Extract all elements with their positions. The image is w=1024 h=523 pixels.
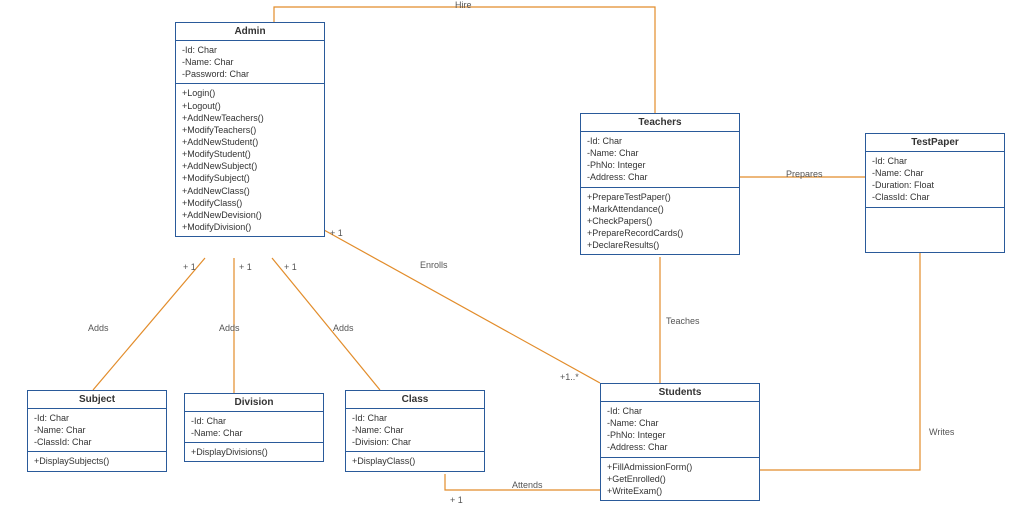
- attr: -Address: Char: [607, 441, 753, 453]
- attr: -Id: Char: [191, 415, 317, 427]
- class-title: Students: [601, 384, 759, 402]
- class-title: Class: [346, 391, 484, 409]
- attr: -Id: Char: [352, 412, 478, 424]
- label-writes: Writes: [929, 427, 954, 437]
- mult-students: +1..*: [560, 372, 579, 382]
- attr: -ClassId: Char: [872, 191, 998, 203]
- class-title: Subject: [28, 391, 166, 409]
- mult-admin-students: + 1: [330, 228, 343, 238]
- method: +AddNewStudent(): [182, 136, 318, 148]
- attr: -Name: Char: [607, 417, 753, 429]
- class-teachers: Teachers -Id: Char -Name: Char -PhNo: In…: [580, 113, 740, 255]
- attr: -Duration: Float: [872, 179, 998, 191]
- methods: +FillAdmissionForm() +GetEnrolled() +Wri…: [601, 458, 759, 500]
- attr: -Name: Char: [191, 427, 317, 439]
- attributes: -Id: Char -Name: Char -Password: Char: [176, 41, 324, 84]
- mult-admin-subject: + 1: [183, 262, 196, 272]
- method: +WriteExam(): [607, 485, 753, 497]
- attributes: -Id: Char -Name: Char -Division: Char: [346, 409, 484, 452]
- class-title: Admin: [176, 23, 324, 41]
- methods: +DisplaySubjects(): [28, 452, 166, 470]
- attr: -Id: Char: [872, 155, 998, 167]
- method: +Login(): [182, 87, 318, 99]
- attributes: -Id: Char -Name: Char: [185, 412, 323, 443]
- class-class: Class -Id: Char -Name: Char -Division: C…: [345, 390, 485, 472]
- methods: +PrepareTestPaper() +MarkAttendance() +C…: [581, 188, 739, 255]
- label-attends: Attends: [512, 480, 543, 490]
- attr: -Name: Char: [872, 167, 998, 179]
- method: +ModifyStudent(): [182, 148, 318, 160]
- label-hire: Hire: [455, 0, 472, 10]
- attributes: -Id: Char -Name: Char -PhNo: Integer -Ad…: [581, 132, 739, 188]
- method: +MarkAttendance(): [587, 203, 733, 215]
- attr: -Name: Char: [587, 147, 733, 159]
- method: +AddNewDevision(): [182, 209, 318, 221]
- method: +GetEnrolled(): [607, 473, 753, 485]
- mult-admin-division: + 1: [239, 262, 252, 272]
- attr: -Name: Char: [352, 424, 478, 436]
- attr: -Name: Char: [34, 424, 160, 436]
- class-title: TestPaper: [866, 134, 1004, 152]
- class-admin: Admin -Id: Char -Name: Char -Password: C…: [175, 22, 325, 237]
- methods: +Login() +Logout() +AddNewTeachers() +Mo…: [176, 84, 324, 236]
- attr: -Id: Char: [607, 405, 753, 417]
- attr: -ClassId: Char: [34, 436, 160, 448]
- class-division: Division -Id: Char -Name: Char +DisplayD…: [184, 393, 324, 462]
- method: +Logout(): [182, 100, 318, 112]
- attr: -Division: Char: [352, 436, 478, 448]
- class-title: Division: [185, 394, 323, 412]
- attr: -Id: Char: [34, 412, 160, 424]
- method: +DisplayDivisions(): [191, 446, 317, 458]
- method: +DisplaySubjects(): [34, 455, 160, 467]
- method: +AddNewClass(): [182, 185, 318, 197]
- class-testpaper: TestPaper -Id: Char -Name: Char -Duratio…: [865, 133, 1005, 253]
- method: +PrepareTestPaper(): [587, 191, 733, 203]
- method: +AddNewSubject(): [182, 160, 318, 172]
- method: +ModifyClass(): [182, 197, 318, 209]
- method: +DisplayClass(): [352, 455, 478, 467]
- class-students: Students -Id: Char -Name: Char -PhNo: In…: [600, 383, 760, 501]
- attr: -Id: Char: [587, 135, 733, 147]
- method: +ModifyDivision(): [182, 221, 318, 233]
- mult-admin-class: + 1: [284, 262, 297, 272]
- label-adds-3: Adds: [333, 323, 354, 333]
- mult-class-attends: + 1: [450, 495, 463, 505]
- label-teaches: Teaches: [666, 316, 700, 326]
- method: +PrepareRecordCards(): [587, 227, 733, 239]
- label-enrolls: Enrolls: [420, 260, 448, 270]
- method: +CheckPapers(): [587, 215, 733, 227]
- methods: +DisplayClass(): [346, 452, 484, 470]
- attr: -Password: Char: [182, 68, 318, 80]
- attributes: -Id: Char -Name: Char -ClassId: Char: [28, 409, 166, 452]
- label-prepares: Prepares: [786, 169, 823, 179]
- method: +ModifySubject(): [182, 172, 318, 184]
- label-adds-1: Adds: [88, 323, 109, 333]
- attr: -Address: Char: [587, 171, 733, 183]
- attributes: -Id: Char -Name: Char -PhNo: Integer -Ad…: [601, 402, 759, 458]
- attr: -PhNo: Integer: [587, 159, 733, 171]
- method: +ModifyTeachers(): [182, 124, 318, 136]
- method: +DeclareResults(): [587, 239, 733, 251]
- attr: -PhNo: Integer: [607, 429, 753, 441]
- attributes: -Id: Char -Name: Char -Duration: Float -…: [866, 152, 1004, 208]
- class-subject: Subject -Id: Char -Name: Char -ClassId: …: [27, 390, 167, 472]
- label-adds-2: Adds: [219, 323, 240, 333]
- method: +FillAdmissionForm(): [607, 461, 753, 473]
- attr: -Name: Char: [182, 56, 318, 68]
- attr: -Id: Char: [182, 44, 318, 56]
- method: +AddNewTeachers(): [182, 112, 318, 124]
- methods: +DisplayDivisions(): [185, 443, 323, 461]
- methods: [866, 208, 1004, 252]
- class-title: Teachers: [581, 114, 739, 132]
